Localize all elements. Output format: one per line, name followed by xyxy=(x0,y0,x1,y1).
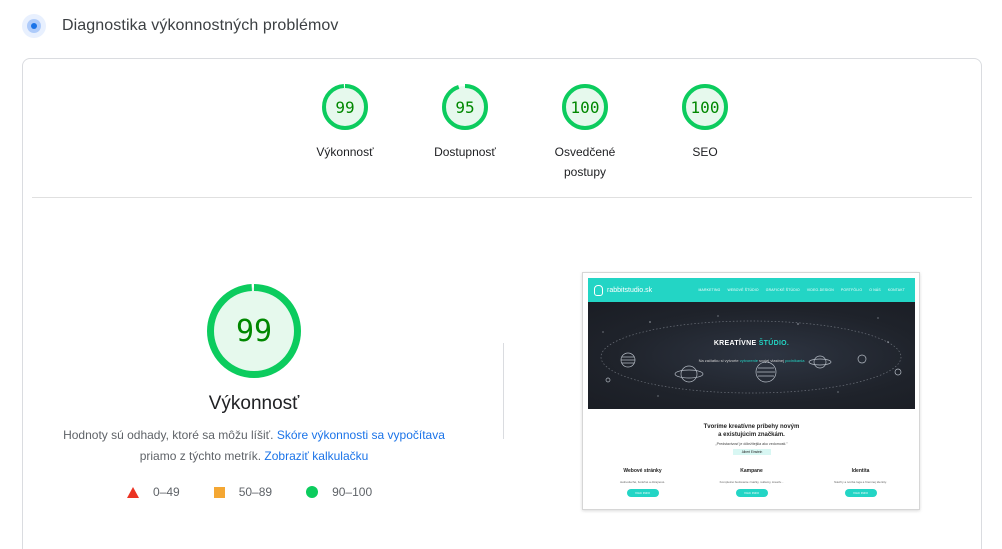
performance-gauge-large: 99 xyxy=(206,283,302,379)
gauge-label: Osvedčené postupy xyxy=(554,145,616,179)
gauge-score: 100 xyxy=(690,97,720,117)
vertical-divider xyxy=(503,343,504,439)
thumbnail-hero: KREATÍVNE ŠTÚDIO. Na začiatku si vytvort… xyxy=(588,302,915,409)
gauge-score: 100 xyxy=(570,97,600,117)
red-triangle-icon xyxy=(127,486,139,498)
gauge-ring: 100 xyxy=(681,83,729,131)
thumbnail-button: VIAC INFO xyxy=(735,489,768,497)
gauge-label: Dostupnosť xyxy=(434,145,496,159)
legend-average: 50–89 xyxy=(213,485,273,499)
thumbnail-button: VIAC INFO xyxy=(844,489,877,497)
thumbnail-nav-link: PORTFÓLIO xyxy=(840,288,863,292)
thumbnail-hero-subtitle: Na začiatku si vytvorte vytvorenie svoje… xyxy=(698,358,805,363)
legend-range: 90–100 xyxy=(332,485,373,499)
gauge-score: 99 xyxy=(335,97,355,117)
thumbnail-button: VIAC INFO xyxy=(626,489,659,497)
calculator-link[interactable]: Zobraziť kalkulačku xyxy=(264,449,368,463)
thumbnail-brand: rabbitstudio.sk xyxy=(607,286,653,294)
thumbnail-nav-link: KONTAKT xyxy=(887,288,905,292)
thumbnail-column: Webové stránky Jednoduché, funkčné a diz… xyxy=(619,468,666,497)
legend-range: 0–49 xyxy=(153,485,180,499)
performance-description: Hodnoty sú odhady, ktoré sa môžu líšiť. … xyxy=(51,425,457,467)
gauges-divider xyxy=(32,197,972,198)
thumbnail-section-title: Tvoríme kreatívne príbehy novým a existu… xyxy=(703,424,800,438)
green-circle-icon xyxy=(306,486,319,498)
thumbnail-nav-link: GRAFICKÉ ŠTÚDIO xyxy=(765,288,800,292)
thumbnail-column: Identita Návrhy a tvorba loga a firemnej… xyxy=(834,468,887,497)
thumbnail-nav-link: MARKETING xyxy=(698,288,721,292)
gauge-ring: 95 xyxy=(441,83,489,131)
gauge-best-practices[interactable]: 100 Osvedčené postupy xyxy=(525,83,645,182)
description-text: Hodnoty sú odhady, ktoré sa môžu líšiť. xyxy=(63,428,274,442)
gauge-ring: 100 xyxy=(561,83,609,131)
thumbnail-nav-links: MARKETING WEBOVÉ ŠTÚDIO GRAFICKÉ ŠTÚDIO … xyxy=(692,278,905,302)
gauge-label: SEO xyxy=(692,145,718,159)
thumbnail-hero-title: KREATÍVNE ŠTÚDIO. xyxy=(713,340,790,347)
performance-score: 99 xyxy=(235,313,273,349)
thumbnail-column: Kampane Kompletné budovanie značky, rekl… xyxy=(719,468,784,497)
thumbnail-nav-link: O NÁS xyxy=(869,288,881,292)
description-text-2: priamo z týchto metrík. xyxy=(139,449,262,463)
report-card: 99 Výkonnosť 95 Dostupnosť 100 Osvedčené… xyxy=(22,58,982,549)
thumbnail-author: Albert Einstein xyxy=(733,449,771,455)
orange-square-icon xyxy=(213,486,225,498)
gauge-score: 95 xyxy=(455,97,475,117)
gauge-seo[interactable]: 100 SEO xyxy=(645,83,765,182)
thumbnail-nav-link: VIDEO-DESIGN xyxy=(806,288,834,292)
legend-range: 50–89 xyxy=(238,485,273,499)
thumbnail-logo: rabbitstudio.sk xyxy=(594,284,653,296)
thumbnail-nav-link: WEBOVÉ ŠTÚDIO xyxy=(727,288,759,292)
thumbnail-quote: „Predstavivosť je dôležitejšia ako vedom… xyxy=(715,442,788,446)
scoring-link[interactable]: Skóre výkonnosti sa vypočítava xyxy=(277,428,445,442)
lighthouse-dot-icon xyxy=(22,14,46,38)
gauge-accessibility[interactable]: 95 Dostupnosť xyxy=(405,83,525,182)
score-legend: 0–49 50–89 90–100 xyxy=(127,485,406,499)
section-title: Diagnostika výkonnostných problémov xyxy=(62,17,339,34)
planets-illustration-icon xyxy=(600,315,902,397)
hand-logo-icon xyxy=(594,284,603,296)
category-gauges: 99 Výkonnosť 95 Dostupnosť 100 Osvedčené… xyxy=(285,83,765,182)
gauge-label: Výkonnosť xyxy=(316,145,374,159)
thumbnail-page: rabbitstudio.sk MARKETING WEBOVÉ ŠTÚDIO … xyxy=(588,278,915,506)
gauge-performance[interactable]: 99 Výkonnosť xyxy=(285,83,405,182)
section-header: Diagnostika výkonnostných problémov xyxy=(22,12,339,40)
gauge-ring: 99 xyxy=(321,83,369,131)
legend-fail: 0–49 xyxy=(127,485,180,499)
thumbnail-columns: Webové stránky Jednoduché, funkčné a diz… xyxy=(588,468,915,497)
page-screenshot-thumbnail[interactable]: rabbitstudio.sk MARKETING WEBOVÉ ŠTÚDIO … xyxy=(582,272,920,510)
legend-pass: 90–100 xyxy=(306,485,372,499)
thumbnail-navbar: rabbitstudio.sk MARKETING WEBOVÉ ŠTÚDIO … xyxy=(588,278,915,302)
performance-title: Výkonnosť xyxy=(208,393,300,414)
